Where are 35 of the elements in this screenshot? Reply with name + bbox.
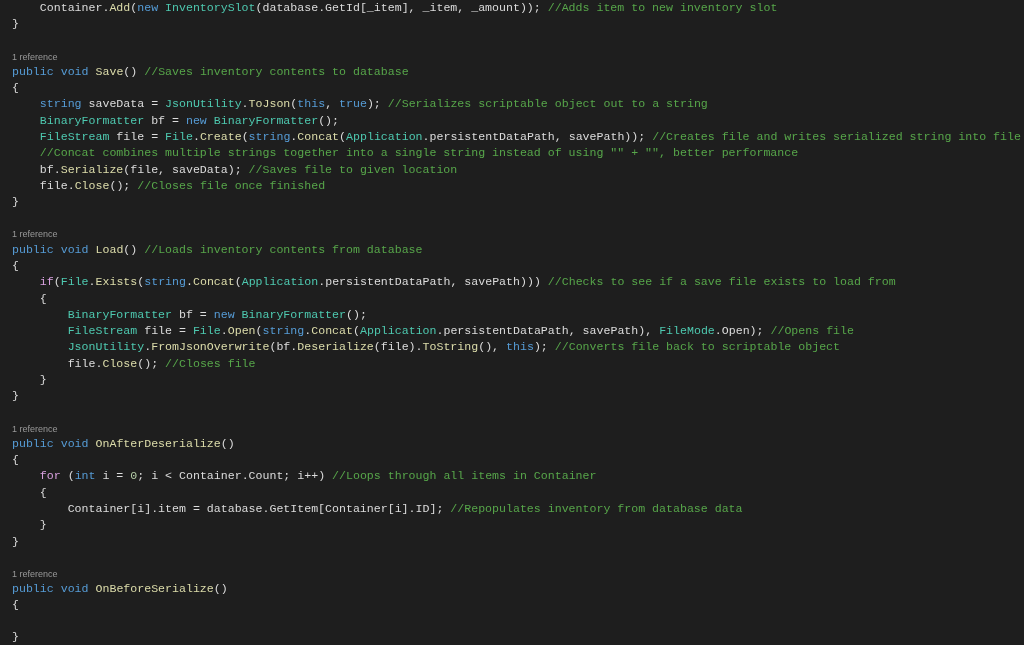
code-line: public void OnAfterDeserialize(): [12, 435, 235, 452]
code-line: JsonUtility.FromJsonOverwrite(bf.Deserialize(file).ToString(), this); //Converts file back to scriptable object: [66, 339, 841, 356]
code-line: bf.Serialize(file, saveData); //Saves file to given location: [38, 161, 458, 178]
code-line: }: [12, 628, 19, 645]
code-line: FileStream file = File.Create(string.Concat(Application.persistentDataPath, savePath)); //Creates file and writes serialized string into file: [38, 129, 1021, 145]
code-line: {: [38, 484, 47, 501]
code-line: }: [38, 372, 47, 389]
code-line: for (int i = 0; i < Container.Count; i++) //Loops through all items in Container: [38, 468, 597, 485]
reference-count-link[interactable]: 1 reference: [12, 419, 58, 436]
reference-count-link[interactable]: 1 reference: [12, 225, 58, 242]
reference-count-link[interactable]: 1 reference: [12, 47, 58, 64]
code-line: Container[i].item = database.GetItem[Container[i].ID]; //Repopulates inventory from database data: [66, 501, 743, 518]
code-line: public void Load() //Loads inventory contents from database: [12, 241, 423, 258]
code-line: {: [12, 258, 19, 274]
reference-count-link[interactable]: 1 reference: [12, 564, 58, 582]
code-line: {: [12, 80, 19, 97]
code-line: {: [12, 452, 19, 469]
code-line: file.Close(); //Closes file: [66, 355, 256, 372]
code-line: }: [12, 16, 19, 33]
code-line: file.Close(); //Closes file once finished: [38, 177, 326, 194]
code-line: FileStream file = File.Open(string.Concat(Application.persistentDataPath, savePath), FileMode.Open); //Opens file: [66, 323, 854, 340]
code-line: BinaryFormatter bf = new BinaryFormatter();: [38, 112, 340, 129]
code-line: {: [38, 290, 47, 307]
code-line: BinaryFormatter bf = new BinaryFormatter();: [66, 306, 367, 323]
code-line: public void OnBeforeSerialize(): [12, 581, 228, 598]
code-line: string saveData = JsonUtility.ToJson(this, true); //Serializes scriptable object out to a string: [38, 96, 708, 113]
code-line: }: [12, 194, 19, 211]
code-line: }: [38, 517, 47, 534]
code-line: public void Save() //Saves inventory contents to database: [12, 63, 409, 80]
code-line: }: [12, 388, 19, 405]
code-line: }: [12, 533, 19, 550]
code-line: if(File.Exists(string.Concat(Application.persistentDataPath, savePath))) //Checks to see if a save file exists to load from: [38, 274, 896, 291]
code-line: //Concat combines multiple strings together into a single string instead of using "" + "", better performance: [38, 145, 799, 162]
code-line: Container.Add(new InventorySlot(database.GetId[_item], _item, _amount)); //Adds item to new inventory slot: [38, 0, 778, 16]
code-line: {: [12, 597, 19, 614]
